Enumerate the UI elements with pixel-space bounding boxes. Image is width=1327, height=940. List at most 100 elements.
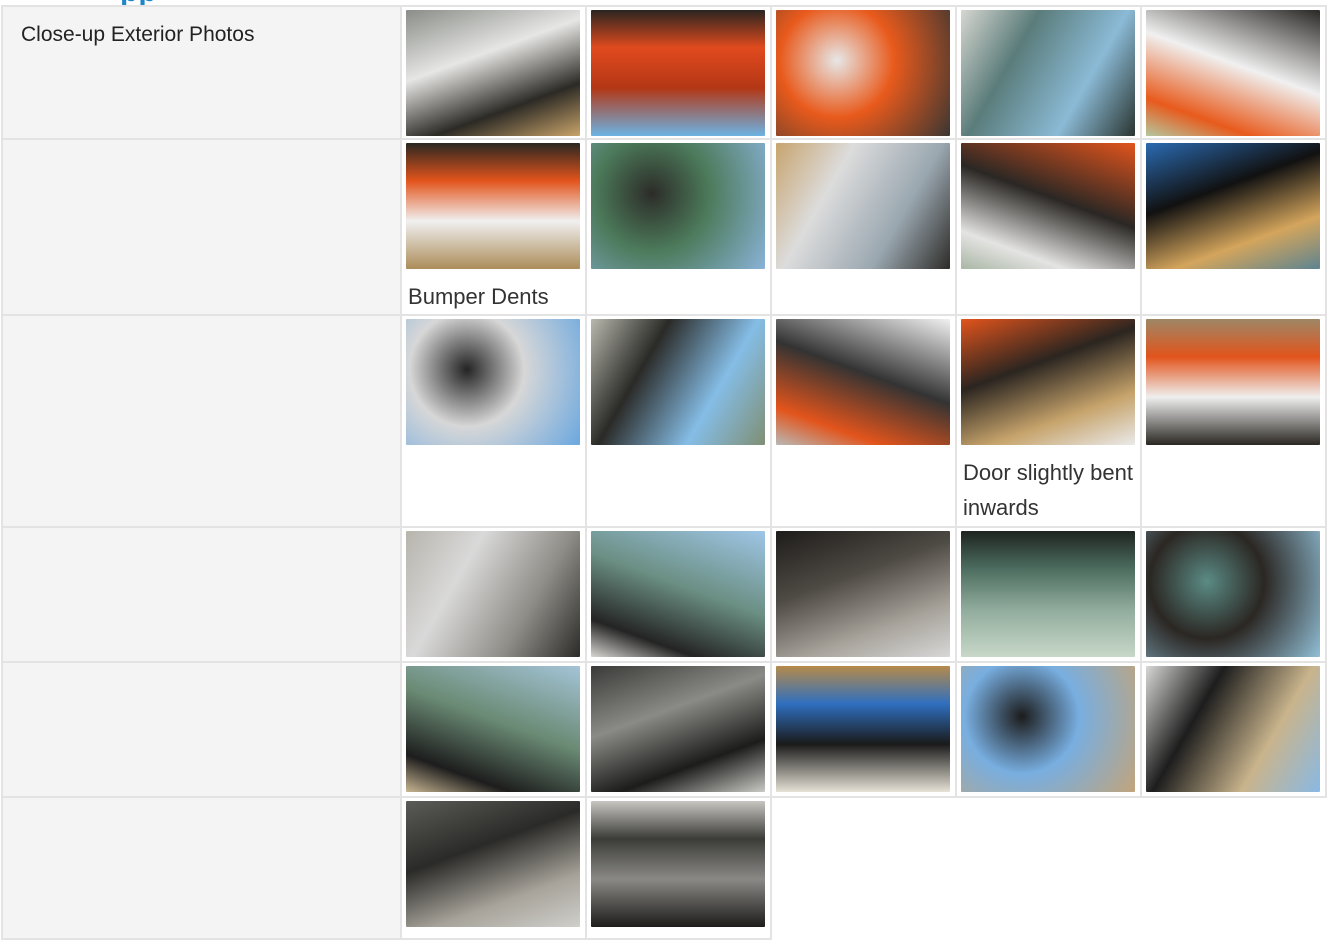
equipment-photo[interactable] [776, 531, 950, 657]
photo-cell [400, 796, 588, 940]
row-label-cell: Close-up Exterior Photos [0, 5, 403, 140]
equipment-photo[interactable] [591, 801, 766, 927]
photo-cell [770, 138, 957, 316]
photo-container [1142, 7, 1325, 136]
equipment-photo[interactable] [591, 319, 766, 445]
equipment-photo[interactable] [776, 319, 950, 445]
equipment-photo[interactable] [776, 143, 950, 269]
photo-row: Door slightly bent inwards [0, 314, 1327, 528]
equipment-photo[interactable] [960, 10, 1135, 136]
photo-cell [585, 526, 772, 663]
equipment-photo[interactable] [960, 319, 1135, 445]
equipment-photo[interactable] [591, 10, 766, 136]
row-label [3, 798, 400, 812]
equipment-photo[interactable] [960, 666, 1135, 792]
row-label [3, 316, 400, 330]
photo-container [402, 663, 585, 792]
equipment-photo[interactable] [776, 10, 950, 136]
photo-cell [770, 526, 957, 663]
photo-cell: Door slightly bent inwards [954, 314, 1142, 528]
photo-cell [1139, 138, 1327, 316]
photo-container [957, 663, 1140, 792]
photo-cell [954, 526, 1142, 663]
photo-container [587, 7, 770, 136]
equipment-photo[interactable] [1145, 319, 1320, 445]
photo-container [772, 140, 955, 269]
photo-cell [1139, 5, 1327, 140]
photo-caption: Bumper Dents [408, 284, 549, 309]
photo-cell [1139, 314, 1327, 528]
photo-cell [585, 796, 772, 940]
photo-container [402, 140, 585, 269]
photo-table: Close-up Exterior Photos Bumper Dents Door… [0, 5, 1327, 940]
photo-cell [770, 314, 957, 528]
equipment-photo[interactable] [591, 666, 766, 792]
equipment-photo[interactable] [406, 666, 581, 792]
photo-container [587, 528, 770, 657]
row-label-cell [0, 661, 403, 798]
equipment-photo[interactable] [406, 143, 581, 269]
equipment-photo[interactable] [1145, 10, 1320, 136]
photo-container [402, 7, 585, 136]
photo-row: Bumper Dents [0, 138, 1327, 316]
photo-container [1142, 528, 1325, 657]
equipment-photo[interactable] [776, 666, 950, 792]
photo-row [0, 661, 1327, 798]
equipment-photo[interactable] [406, 801, 581, 927]
equipment-photo[interactable] [591, 531, 766, 657]
photo-cell [400, 661, 588, 798]
photo-container [957, 7, 1140, 136]
photo-cell [585, 138, 772, 316]
photo-container [587, 798, 770, 927]
row-label [3, 663, 400, 677]
row-label: Close-up Exterior Photos [21, 23, 255, 46]
photo-cell [400, 314, 588, 528]
photo-cell [954, 138, 1142, 316]
photo-row [0, 526, 1327, 663]
photo-row [0, 796, 1326, 940]
photo-cell [400, 5, 588, 140]
photo-container [402, 528, 585, 657]
photo-container [1142, 663, 1325, 792]
photo-container [402, 316, 585, 445]
equipment-photo[interactable] [1145, 666, 1320, 792]
empty-cell [955, 797, 1141, 939]
photo-caption: Door slightly bent inwards [962, 460, 1133, 520]
photo-container [772, 528, 955, 657]
photo-cell: Bumper Dents [400, 138, 588, 316]
photo-cell [1139, 661, 1327, 798]
photo-cell [585, 5, 772, 140]
photo-container [587, 663, 770, 792]
photo-cell [770, 661, 957, 798]
photo-container [772, 7, 955, 136]
row-label-cell [0, 526, 403, 663]
photo-container [772, 316, 955, 445]
row-label [3, 140, 400, 154]
equipment-photo[interactable] [406, 319, 581, 445]
photo-container [772, 663, 955, 792]
equipment-photo[interactable] [1145, 143, 1320, 269]
row-label-cell [0, 796, 403, 940]
photo-container [957, 140, 1140, 269]
equipment-photo[interactable] [406, 10, 581, 136]
photo-container [1142, 140, 1325, 269]
equipment-photo[interactable] [960, 143, 1135, 269]
photo-cell [400, 526, 588, 663]
equipment-photo[interactable] [1145, 531, 1320, 657]
equipment-photo[interactable] [960, 531, 1135, 657]
equipment-photo[interactable] [406, 531, 581, 657]
photo-container [957, 528, 1140, 657]
equipment-photo[interactable] [591, 143, 766, 269]
photo-container [587, 316, 770, 445]
row-label [3, 528, 400, 542]
photo-container [587, 140, 770, 269]
photo-row: Close-up Exterior Photos [0, 5, 1327, 140]
photo-container [402, 798, 585, 927]
photo-cell [954, 661, 1142, 798]
photo-cell [954, 5, 1142, 140]
empty-cell [1140, 797, 1326, 939]
photo-cell [770, 5, 957, 140]
row-label-cell [0, 138, 403, 316]
photo-cell [585, 314, 772, 528]
photo-container [957, 316, 1140, 445]
